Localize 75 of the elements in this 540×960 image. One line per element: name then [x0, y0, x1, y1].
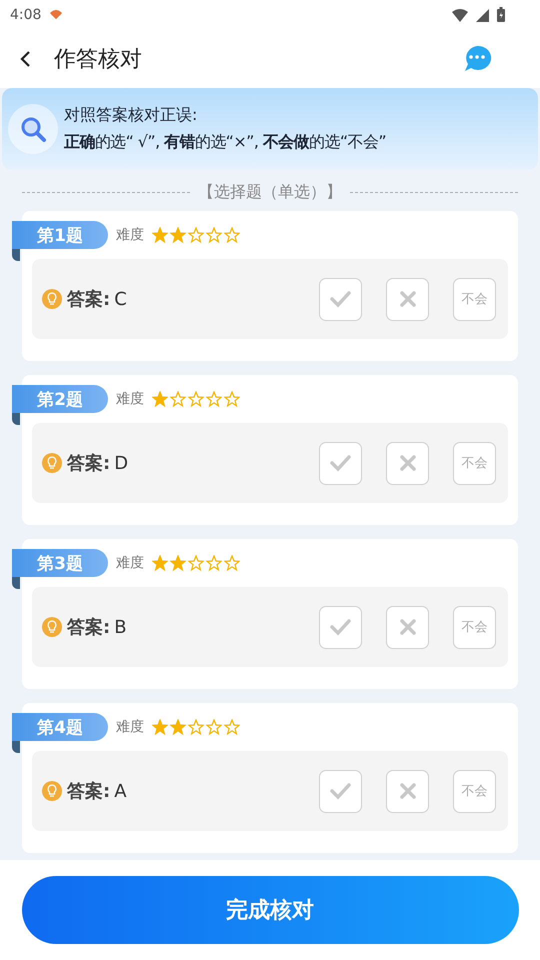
- star-empty-icon: [188, 227, 204, 243]
- cross-icon: [398, 617, 418, 637]
- difficulty-label: 难度: [116, 718, 144, 736]
- wrong-button[interactable]: [386, 770, 429, 812]
- magnifier-icon: [19, 115, 47, 143]
- wrong-button[interactable]: [386, 442, 429, 484]
- correct-button[interactable]: [319, 606, 362, 648]
- dont-know-button[interactable]: 不会: [453, 606, 496, 648]
- question-number: 第4题: [12, 713, 108, 741]
- lightbulb-icon: [42, 288, 63, 310]
- lightbulb-icon: [42, 780, 63, 802]
- finish-button[interactable]: 完成核对: [22, 876, 518, 944]
- check-icon: [328, 616, 352, 638]
- star-empty-icon: [206, 227, 222, 243]
- star-filled-icon: [152, 719, 168, 735]
- wrong-button[interactable]: [386, 278, 429, 320]
- check-icon: [328, 452, 352, 474]
- star-empty-icon: [188, 391, 204, 407]
- section-title: 【选择题（单选）】: [198, 182, 342, 203]
- page-title: 作答核对: [54, 46, 142, 74]
- star-empty-icon: [224, 227, 240, 243]
- difficulty-label: 难度: [116, 226, 144, 244]
- answer-label: 答案:: [67, 780, 110, 803]
- wrong-button[interactable]: [386, 606, 429, 648]
- star-filled-icon: [170, 555, 186, 571]
- wifi-icon: [451, 8, 469, 22]
- star-empty-icon: [224, 719, 240, 735]
- check-icon: [328, 780, 352, 802]
- star-filled-icon: [170, 227, 186, 243]
- star-filled-icon: [152, 391, 168, 407]
- signal-icon: [475, 8, 490, 22]
- star-empty-icon: [170, 391, 186, 407]
- star-filled-icon: [170, 719, 186, 735]
- lightbulb-icon: [42, 452, 63, 474]
- question-number: 第3题: [12, 549, 108, 577]
- star-empty-icon: [188, 555, 204, 571]
- answer-value: D: [114, 452, 128, 474]
- check-icon: [328, 288, 352, 310]
- lightbulb-icon: [42, 616, 63, 638]
- cross-icon: [398, 289, 418, 309]
- star-filled-icon: [152, 555, 168, 571]
- answer-value: B: [114, 616, 127, 638]
- dont-know-button[interactable]: 不会: [453, 442, 496, 484]
- star-empty-icon: [206, 391, 222, 407]
- ribbon-fold: [12, 577, 20, 589]
- difficulty-label: 难度: [116, 554, 144, 572]
- ribbon-fold: [12, 249, 20, 261]
- correct-button[interactable]: [319, 770, 362, 812]
- notice-title: 对照答案核对正误:: [64, 105, 198, 126]
- star-empty-icon: [224, 391, 240, 407]
- ribbon-fold: [12, 741, 20, 753]
- back-icon[interactable]: [20, 50, 32, 68]
- answer-value: A: [114, 780, 127, 802]
- difficulty-label: 难度: [116, 390, 144, 408]
- ribbon-fold: [12, 413, 20, 425]
- instruction-text: 正确的选“ √”, 有错的选“×”, 不会做的选“不会”: [64, 132, 386, 153]
- cross-icon: [398, 453, 418, 473]
- answer-label: 答案:: [67, 288, 110, 311]
- answer-label: 答案:: [67, 616, 110, 639]
- cross-icon: [398, 781, 418, 801]
- battery-icon: [496, 7, 506, 23]
- question-number: 第1题: [12, 221, 108, 249]
- star-filled-icon: [152, 227, 168, 243]
- dont-know-button[interactable]: 不会: [453, 278, 496, 320]
- answer-label: 答案:: [67, 452, 110, 475]
- status-time: 4:08: [10, 7, 42, 23]
- correct-button[interactable]: [319, 442, 362, 484]
- dont-know-button[interactable]: 不会: [453, 770, 496, 812]
- answer-value: C: [114, 288, 127, 310]
- star-empty-icon: [224, 555, 240, 571]
- star-empty-icon: [206, 555, 222, 571]
- correct-button[interactable]: [319, 278, 362, 320]
- star-empty-icon: [188, 719, 204, 735]
- question-number: 第2题: [12, 385, 108, 413]
- star-empty-icon: [206, 719, 222, 735]
